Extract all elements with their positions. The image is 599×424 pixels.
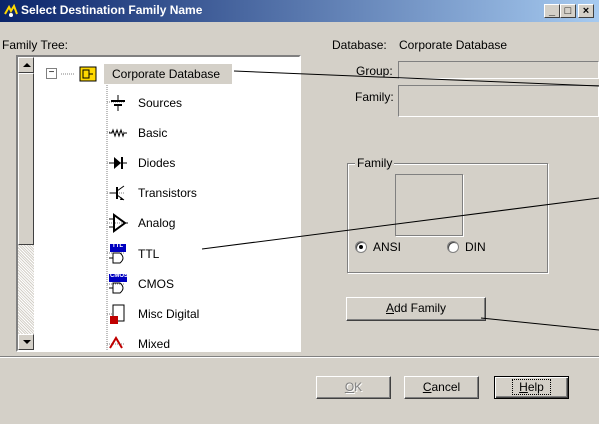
cmos-badge: CMOS: [110, 273, 128, 279]
close-button[interactable]: ×: [578, 4, 594, 18]
ok-button[interactable]: OK: [316, 376, 391, 399]
tree-item-transistors[interactable]: Transistors: [108, 183, 288, 203]
tree-scrollbar[interactable]: [18, 57, 34, 350]
bottom-separator: [0, 356, 599, 358]
maximize-button[interactable]: □: [560, 4, 576, 18]
family-label: Family:: [355, 90, 394, 104]
family-field: [398, 85, 599, 117]
group-label: Group:: [356, 64, 393, 78]
close-icon: ×: [582, 5, 590, 17]
tree-item-ttl[interactable]: TTL TTL: [108, 243, 288, 264]
minimize-icon: _: [548, 5, 556, 17]
maximize-icon: □: [564, 5, 572, 17]
tree-root-node[interactable]: − Corporate Database: [46, 64, 296, 84]
resistor-icon: [109, 128, 127, 138]
dialog-window: Select Destination Family Name _ □ × Fam…: [0, 0, 599, 424]
tree-item-label: CMOS: [138, 277, 174, 291]
tree-root-label: Corporate Database: [112, 67, 221, 81]
tree-item-label: TTL: [138, 247, 160, 261]
group-field: [398, 61, 599, 79]
tree-item-misc-digital[interactable]: Misc Digital: [108, 304, 288, 324]
scroll-thumb[interactable]: [18, 73, 34, 245]
symbol-preview: [395, 174, 463, 236]
title-bar[interactable]: Select Destination Family Name _ □ ×: [0, 0, 599, 22]
arrow-down-icon: [23, 340, 31, 344]
add-family-button[interactable]: Add Family: [346, 297, 486, 321]
tree-item-label: Basic: [138, 126, 168, 140]
sources-icon: [111, 95, 125, 111]
transistor-icon: [110, 185, 125, 201]
ansi-label[interactable]: ANSI: [373, 240, 401, 254]
window-title: Select Destination Family Name: [21, 3, 203, 17]
tree-item-label: Sources: [138, 96, 183, 110]
tree-item-diodes[interactable]: Diodes: [108, 153, 288, 173]
database-label: Database:: [332, 38, 387, 52]
tree-item-mixed[interactable]: Mixed: [108, 334, 288, 351]
help-button[interactable]: Help: [494, 376, 569, 399]
tree-item-label: Misc Digital: [138, 307, 200, 321]
arrow-up-icon: [23, 63, 31, 67]
minus-icon: −: [48, 67, 55, 78]
ansi-radio[interactable]: [355, 241, 367, 253]
misc-digital-icon: [110, 304, 125, 324]
ok-label: OK: [344, 380, 363, 394]
tree-item-label: Transistors: [138, 186, 197, 200]
tree-item-label: Mixed: [138, 337, 171, 351]
din-label[interactable]: DIN: [465, 240, 486, 254]
app-icon: [4, 4, 18, 17]
din-radio[interactable]: [447, 241, 459, 253]
scroll-up-button[interactable]: [18, 57, 34, 73]
family-tree[interactable]: − Corporate Database Sources Basic Diode…: [16, 55, 301, 352]
scroll-down-button[interactable]: [18, 334, 34, 350]
mixed-icon: [109, 336, 123, 349]
radio-selected-dot: [359, 245, 363, 249]
diode-icon: [109, 157, 127, 169]
family-groupbox-legend: Family: [355, 156, 395, 170]
help-label: Help: [512, 379, 551, 395]
tree-item-analog[interactable]: Analog: [108, 213, 288, 233]
cancel-label: Cancel: [422, 380, 461, 394]
collapse-toggle[interactable]: −: [46, 68, 57, 79]
database-value: Corporate Database: [399, 38, 508, 52]
minimize-button[interactable]: _: [544, 4, 560, 18]
tree-item-sources[interactable]: Sources: [108, 93, 288, 113]
cancel-button[interactable]: Cancel: [404, 376, 479, 399]
ttl-badge: TTL: [112, 243, 123, 249]
opamp-icon: [109, 213, 128, 233]
tree-item-basic[interactable]: Basic: [108, 123, 288, 143]
tree-item-cmos[interactable]: CMOS CMOS: [108, 273, 288, 294]
add-family-label: Add Family: [385, 301, 447, 315]
tree-item-label: Analog: [138, 216, 176, 230]
database-icon: [79, 66, 97, 82]
tree-item-label: Diodes: [138, 156, 176, 170]
family-tree-label: Family Tree:: [2, 38, 69, 52]
